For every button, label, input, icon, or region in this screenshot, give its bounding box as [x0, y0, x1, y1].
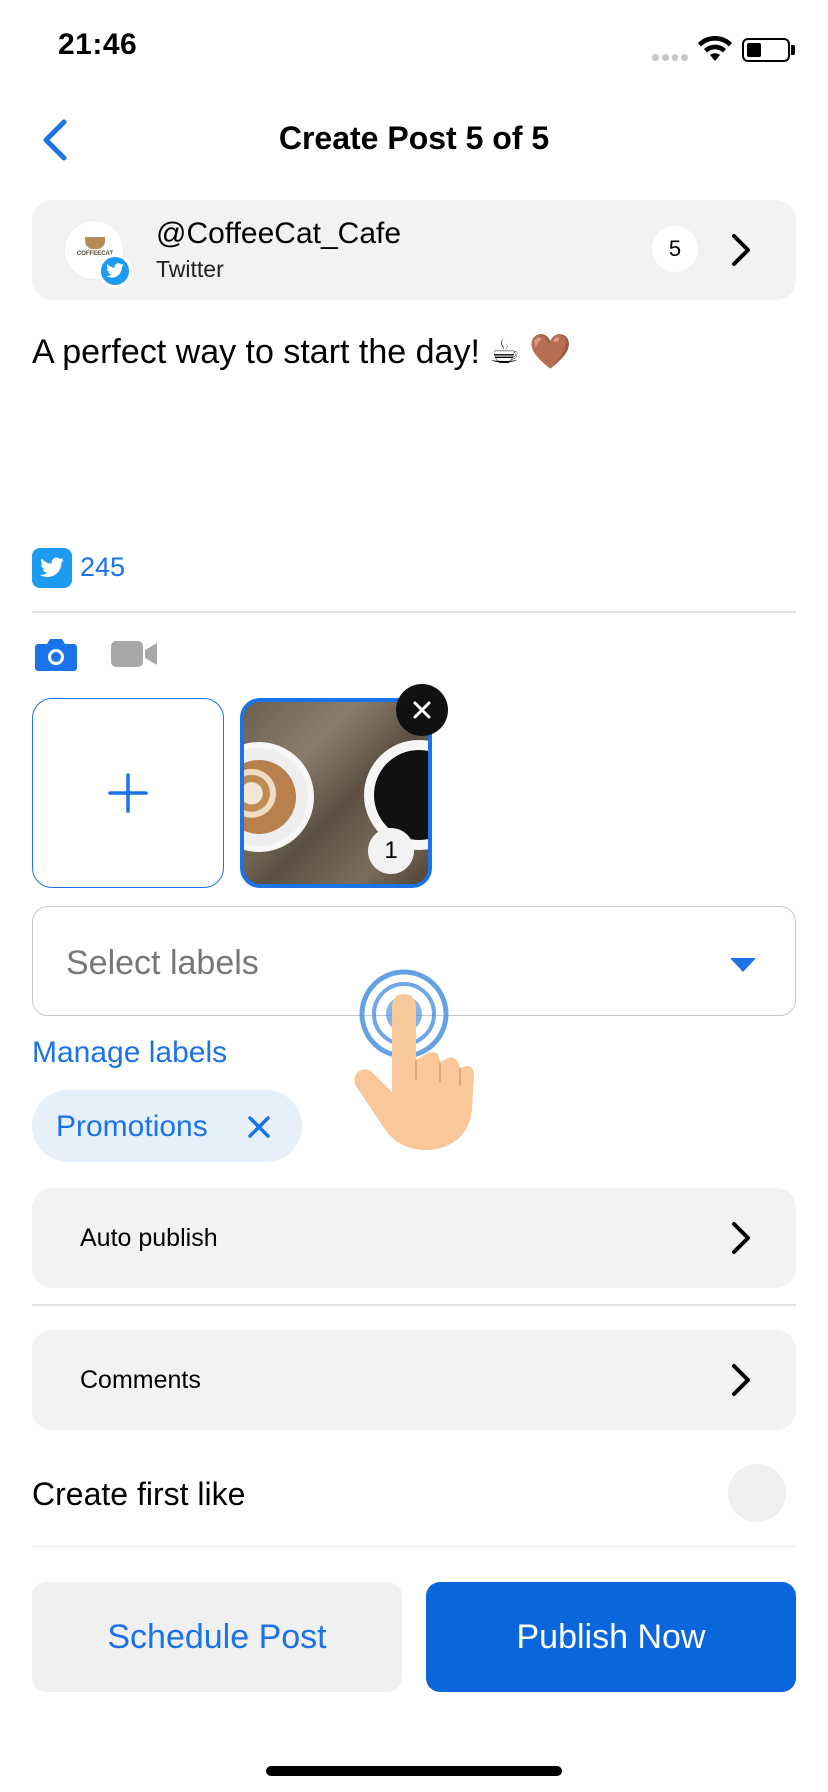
add-media-button[interactable]	[32, 698, 224, 888]
account-network: Twitter	[156, 256, 224, 282]
account-handle: @CoffeeCat_Cafe	[156, 217, 402, 250]
label-chip-text: Promotions	[56, 1110, 208, 1143]
manage-labels-link[interactable]: Manage labels	[32, 1036, 227, 1070]
divider	[32, 1546, 796, 1547]
signal-icon	[652, 54, 688, 62]
first-like-label: Create first like	[32, 1476, 246, 1512]
divider	[32, 1304, 796, 1306]
twitter-icon	[32, 548, 72, 588]
chevron-right-icon[interactable]	[730, 1362, 752, 1398]
wifi-icon	[698, 35, 732, 61]
remove-label-icon[interactable]	[246, 1114, 272, 1140]
tap-hand-icon	[354, 969, 474, 1151]
schedule-post-button[interactable]: Schedule Post	[32, 1582, 402, 1692]
video-camera-icon[interactable]	[110, 638, 158, 670]
character-count: 245	[80, 552, 126, 582]
twitter-badge-icon	[98, 254, 132, 288]
home-indicator	[266, 1766, 562, 1776]
plus-icon	[108, 773, 148, 813]
post-count-badge: 5	[652, 226, 698, 272]
first-like-toggle[interactable]	[728, 1464, 786, 1522]
post-text-editor[interactable]: A perfect way to start the day! ☕ 🤎	[32, 332, 572, 372]
chevron-right-icon[interactable]	[730, 232, 752, 268]
chevron-right-icon[interactable]	[730, 1220, 752, 1256]
auto-publish-label: Auto publish	[80, 1224, 218, 1252]
status-time: 21:46	[58, 28, 138, 61]
media-order-badge: 1	[368, 828, 414, 874]
heart-emoji: 🤎	[529, 333, 572, 371]
publish-now-button[interactable]: Publish Now	[426, 1582, 796, 1692]
page-title: Create Post 5 of 5	[278, 120, 550, 156]
divider	[32, 611, 796, 613]
remove-media-button[interactable]	[396, 684, 448, 736]
battery-icon	[742, 38, 790, 62]
camera-icon[interactable]	[34, 636, 78, 672]
caret-down-icon[interactable]	[728, 956, 758, 974]
labels-select-placeholder: Select labels	[66, 944, 259, 982]
close-icon	[413, 701, 431, 719]
comments-label: Comments	[80, 1366, 201, 1394]
battery-tip	[791, 45, 795, 55]
post-text: A perfect way to start the day! ☕	[32, 333, 520, 371]
